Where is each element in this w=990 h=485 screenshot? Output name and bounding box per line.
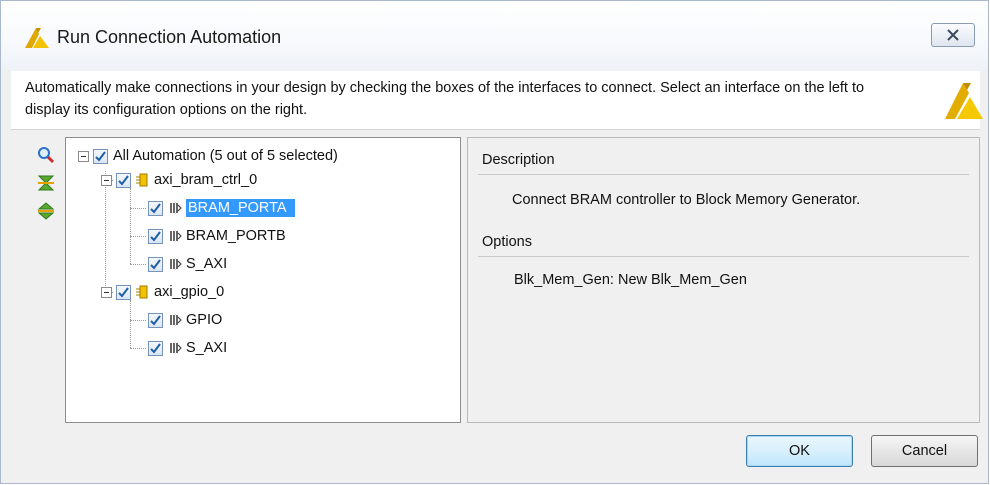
tree-row-all-automation[interactable]: All Automation (5 out of 5 selected) <box>78 144 338 168</box>
option-label: Blk_Mem_Gen: <box>514 272 614 288</box>
details-panel: Description Connect BRAM controller to B… <box>467 137 980 423</box>
tree-label: All Automation (5 out of 5 selected) <box>113 148 338 164</box>
vivado-logo-icon <box>945 83 983 119</box>
window-title: Run Connection Automation <box>57 27 282 47</box>
checkmark-icon <box>118 174 129 186</box>
description-heading: Description <box>482 152 555 168</box>
instructions-text: Automatically make connections in your d… <box>25 80 865 118</box>
tree-row-s-axi[interactable]: S_AXI <box>148 336 227 360</box>
checkmark-icon <box>150 258 161 270</box>
collapse-all-icon[interactable] <box>37 174 55 192</box>
checkbox[interactable] <box>148 312 163 328</box>
close-icon <box>947 29 959 41</box>
option-blk-mem-gen: Blk_Mem_Gen: New Blk_Mem_Gen <box>514 272 747 288</box>
collapse-toggle[interactable] <box>101 286 112 298</box>
expand-all-icon[interactable] <box>37 202 55 220</box>
checkbox[interactable] <box>116 172 131 188</box>
option-value[interactable]: New Blk_Mem_Gen <box>618 272 747 288</box>
divider <box>478 174 969 175</box>
checkmark-icon <box>95 150 106 162</box>
ip-block-icon <box>136 173 148 187</box>
tree-label: axi_gpio_0 <box>154 284 225 300</box>
tree-label: BRAM_PORTB <box>186 228 286 244</box>
interface-icon <box>170 259 182 269</box>
tree-row-axi-bram-ctrl-0[interactable]: axi_bram_ctrl_0 <box>101 168 257 192</box>
interface-icon <box>170 231 182 241</box>
checkmark-icon <box>118 286 129 298</box>
tree-row-gpio[interactable]: GPIO <box>148 308 222 332</box>
interface-icon <box>170 315 182 325</box>
run-connection-automation-dialog: Run Connection Automation Automatically … <box>0 0 989 484</box>
collapse-toggle[interactable] <box>101 174 112 186</box>
tree-label: GPIO <box>186 312 223 328</box>
tree-row-bram-porta[interactable]: BRAM_PORTA <box>148 196 295 220</box>
checkbox[interactable] <box>148 228 163 244</box>
checkbox[interactable] <box>148 200 163 216</box>
search-icon[interactable] <box>37 146 55 164</box>
checkbox[interactable] <box>148 256 163 272</box>
checkbox[interactable] <box>116 284 131 300</box>
tree-label: S_AXI <box>186 340 228 356</box>
cancel-button[interactable]: Cancel <box>871 435 978 467</box>
tree-row-bram-portb[interactable]: BRAM_PORTB <box>148 224 286 248</box>
ok-button[interactable]: OK <box>746 435 853 467</box>
close-button[interactable] <box>931 23 975 47</box>
ip-block-icon <box>136 285 148 299</box>
checkmark-icon <box>150 230 161 242</box>
tree-label: S_AXI <box>186 256 228 272</box>
tree-row-s-axi[interactable]: S_AXI <box>148 252 227 276</box>
automation-tree[interactable]: All Automation (5 out of 5 selected) axi… <box>65 137 461 423</box>
checkbox[interactable] <box>93 148 108 164</box>
checkmark-icon <box>150 202 161 214</box>
description-text: Connect BRAM controller to Block Memory … <box>512 192 861 208</box>
tree-toolbar <box>37 146 57 230</box>
title-bar[interactable]: Run Connection Automation <box>1 1 988 71</box>
interface-icon <box>170 343 182 353</box>
tree-label-selected: BRAM_PORTA <box>186 199 295 217</box>
vivado-title-icon <box>25 28 49 48</box>
divider <box>478 256 969 257</box>
tree-row-axi-gpio-0[interactable]: axi_gpio_0 <box>101 280 224 304</box>
checkbox[interactable] <box>148 340 163 356</box>
collapse-toggle[interactable] <box>78 150 89 162</box>
checkmark-icon <box>150 342 161 354</box>
checkmark-icon <box>150 314 161 326</box>
tree-label: axi_bram_ctrl_0 <box>154 172 258 188</box>
options-heading: Options <box>482 234 532 250</box>
interface-icon <box>170 203 182 213</box>
header-banner: Automatically make connections in your d… <box>11 71 983 130</box>
